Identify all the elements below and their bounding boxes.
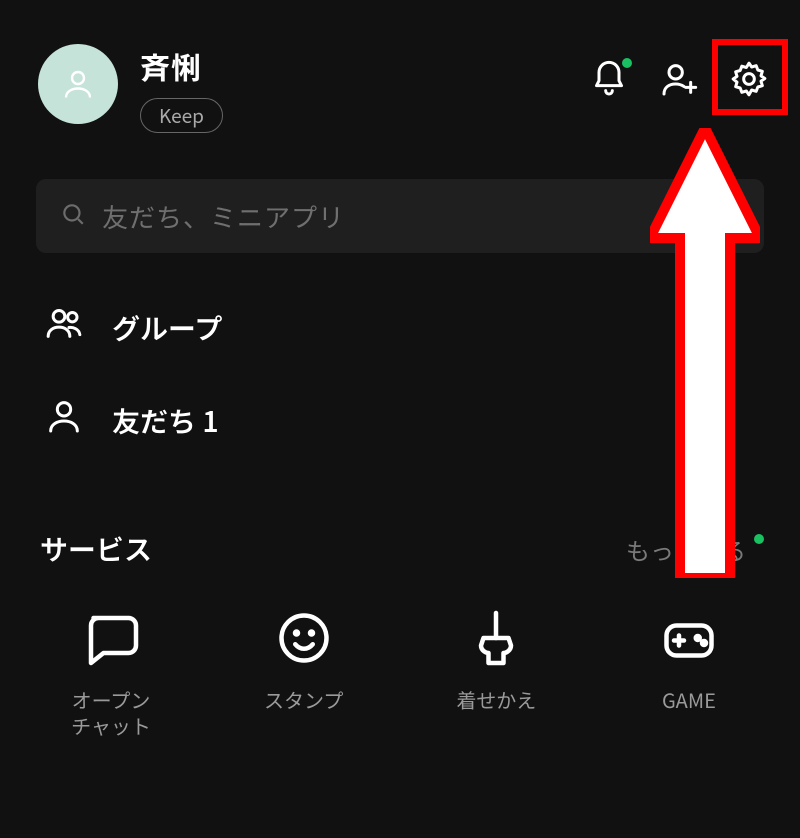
person-icon [44, 396, 84, 445]
groups-label: グループ [112, 308, 222, 348]
gear-icon [729, 59, 769, 99]
service-stamp[interactable]: スタンプ [229, 607, 379, 739]
groups-row[interactable]: グループ [44, 303, 756, 352]
service-label: オープン チャット [71, 687, 151, 739]
settings-button[interactable] [728, 58, 770, 100]
home-list: グループ 友だち 1 [0, 303, 800, 445]
chat-bubble-icon [81, 607, 141, 669]
header-icons [588, 44, 770, 100]
notification-dot [622, 58, 632, 68]
keep-button[interactable]: Keep [140, 98, 223, 133]
service-label: スタンプ [264, 687, 343, 713]
services-title: サービス [40, 529, 152, 569]
service-label: 着せかえ [456, 687, 536, 713]
service-theme[interactable]: 着せかえ [421, 607, 571, 739]
header: 斉悧 Keep [0, 0, 800, 133]
search-bar[interactable]: 友だち、ミニアプリ [36, 179, 764, 253]
more-dot [754, 534, 764, 544]
scan-icon[interactable] [710, 199, 740, 234]
service-openchat[interactable]: オープン チャット [36, 607, 186, 739]
avatar[interactable] [38, 44, 118, 124]
smiley-icon [274, 607, 334, 669]
services-grid: オープン チャット スタンプ 着せかえ [0, 607, 800, 739]
add-friend-icon [659, 59, 699, 99]
more-label: もっと見る [626, 532, 746, 567]
add-friend-button[interactable] [658, 58, 700, 100]
username[interactable]: 斉悧 [140, 44, 223, 88]
service-label: GAME [662, 687, 716, 713]
profile-text: 斉悧 Keep [140, 44, 223, 133]
services-more-link[interactable]: もっと見る [626, 532, 760, 567]
notifications-button[interactable] [588, 58, 630, 100]
friends-row[interactable]: 友だち 1 [44, 396, 756, 445]
brush-icon [466, 607, 526, 669]
friends-label: 友だち 1 [112, 401, 219, 441]
search-placeholder: 友だち、ミニアプリ [102, 198, 694, 235]
group-icon [44, 303, 84, 352]
services-header: サービス もっと見る [0, 529, 800, 569]
person-icon [60, 66, 96, 102]
gamepad-icon [659, 607, 719, 669]
service-game[interactable]: GAME [614, 607, 764, 739]
search-icon [60, 201, 86, 232]
